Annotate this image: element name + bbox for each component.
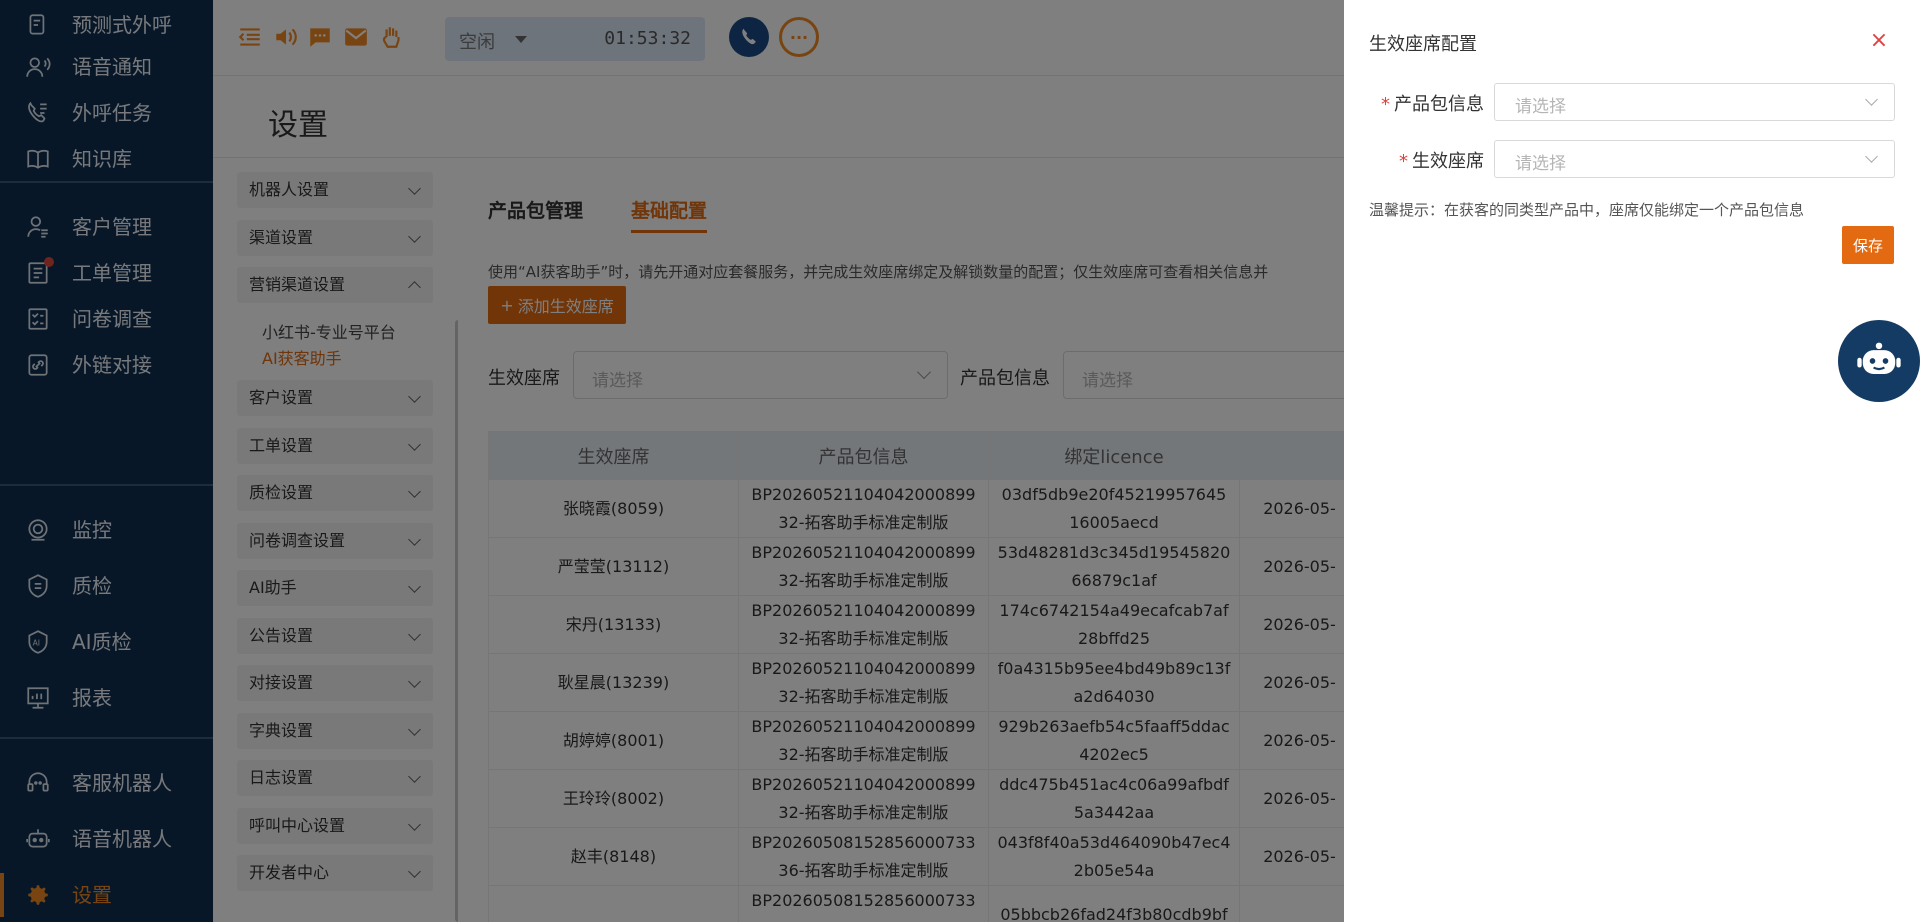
chevron-down-icon — [1865, 150, 1878, 163]
chevron-down-icon — [1865, 93, 1878, 106]
package-select[interactable]: 请选择 — [1494, 83, 1895, 121]
close-icon[interactable]: × — [1868, 30, 1890, 52]
required-mark: * — [1399, 151, 1408, 172]
seat-config-drawer: 生效座席配置 × * 产品包信息 请选择 * 生效座席 请选择 温馨提示：在获客的同… — [1344, 0, 1920, 922]
drawer-title: 生效座席配置 — [1369, 34, 1477, 55]
save-button[interactable]: 保存 — [1842, 226, 1894, 264]
robot-icon — [1857, 342, 1901, 374]
package-field-label: * 产品包信息 — [1381, 94, 1484, 115]
drawer-tip: 温馨提示：在获客的同类型产品中，座席仅能绑定一个产品包信息 — [1369, 201, 1805, 219]
seat-select[interactable]: 请选择 — [1494, 140, 1895, 178]
required-mark: * — [1381, 94, 1390, 115]
seat-field-label: * 生效座席 — [1399, 151, 1484, 172]
assistant-robot-button[interactable] — [1838, 320, 1920, 402]
